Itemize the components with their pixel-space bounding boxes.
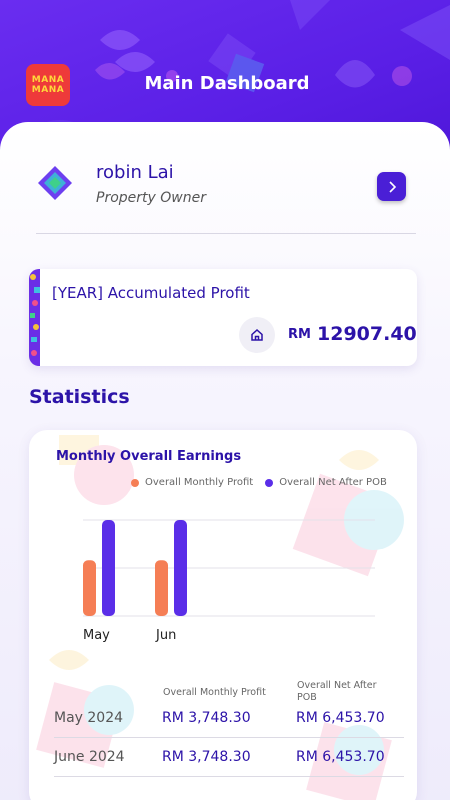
row-net: RM 6,453.70	[296, 710, 385, 726]
chevron-right-icon	[388, 180, 396, 193]
bar-profit-may[interactable]	[83, 560, 96, 616]
x-tick-label-jun: Jun	[156, 628, 177, 643]
profile-name: robin Lai	[96, 162, 174, 183]
row-month: May 2024	[54, 710, 124, 726]
statistics-card: Monthly Overall Earnings Overall Monthly…	[29, 430, 417, 800]
profit-currency: RM	[288, 327, 311, 342]
table-row: June 2024 RM 3,748.30 RM 6,453.70	[54, 739, 404, 777]
home-button[interactable]	[239, 317, 275, 353]
profile-chevron-button[interactable]	[377, 172, 406, 201]
row-net: RM 6,453.70	[296, 749, 385, 765]
x-tick-label-may: May	[83, 628, 110, 643]
card-pattern-strip	[29, 269, 40, 366]
avatar-diamond-icon	[38, 166, 72, 200]
row-month: June 2024	[54, 749, 125, 765]
statistics-heading: Statistics	[29, 386, 130, 408]
table-row: May 2024 RM 3,748.30 RM 6,453.70	[54, 700, 404, 738]
accumulated-profit-card[interactable]: [YEAR] Accumulated Profit RM 12907.40	[29, 269, 417, 366]
legend-item-profit: Overall Monthly Profit	[131, 477, 253, 488]
legend-label-profit: Overall Monthly Profit	[145, 477, 254, 488]
bar-net-may[interactable]	[102, 520, 115, 616]
table-header-net-line1: Overall Net After	[297, 680, 377, 691]
legend-label-net: Overall Net After POB	[279, 477, 387, 488]
legend-dot-profit	[131, 478, 139, 487]
profit-value: 12907.40	[317, 323, 417, 345]
home-icon	[251, 328, 263, 341]
chart-title: Monthly Overall Earnings	[56, 449, 242, 464]
table-header-profit: Overall Monthly Profit	[163, 687, 266, 698]
profile-role: Property Owner	[96, 190, 206, 206]
profit-title: [YEAR] Accumulated Profit	[52, 284, 250, 302]
page-title: Main Dashboard	[144, 73, 310, 94]
legend-dot-net	[265, 478, 274, 487]
profile-section: robin Lai Property Owner	[36, 160, 416, 234]
chart-legend: Overall Monthly Profit Overall Net After…	[131, 477, 399, 488]
bar-profit-jun[interactable]	[155, 560, 168, 616]
row-profit: RM 3,748.30	[162, 749, 251, 765]
bar-net-jun[interactable]	[174, 520, 187, 616]
legend-item-net: Overall Net After POB	[265, 477, 387, 488]
row-profit: RM 3,748.30	[162, 710, 251, 726]
